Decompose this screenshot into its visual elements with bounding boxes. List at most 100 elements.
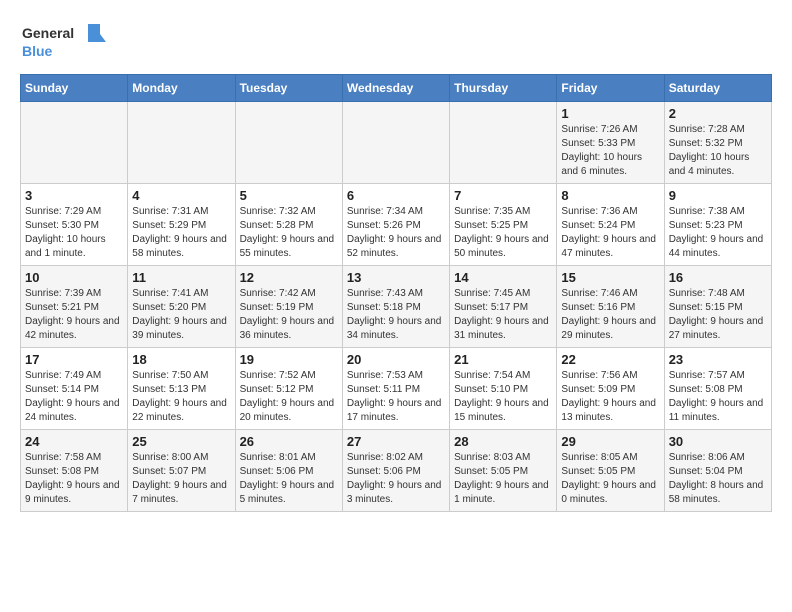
calendar-day-cell: 18 Sunrise: 7:50 AMSunset: 5:13 PMDayligh… [128, 348, 235, 430]
day-number: 3 [25, 188, 123, 203]
calendar-day-cell: 14 Sunrise: 7:45 AMSunset: 5:17 PMDayligh… [450, 266, 557, 348]
day-info: Sunrise: 7:50 AMSunset: 5:13 PMDaylight:… [132, 369, 230, 425]
calendar-day-cell: 15 Sunrise: 7:46 AMSunset: 5:16 PMDayligh… [557, 266, 664, 348]
day-number: 18 [132, 352, 230, 367]
calendar-day-cell: 29 Sunrise: 8:05 AMSunset: 5:05 PMDayligh… [557, 430, 664, 512]
calendar-week-row: 1Sunrise: 7:26 AMSunset: 5:33 PMDaylight… [21, 102, 772, 184]
calendar-day-cell: 28 Sunrise: 8:03 AMSunset: 5:05 PMDayligh… [450, 430, 557, 512]
day-number: 7 [454, 188, 552, 203]
day-info: Sunrise: 7:36 AMSunset: 5:24 PMDaylight:… [561, 205, 659, 261]
weekday-header-tuesday: Tuesday [235, 75, 342, 102]
day-number: 17 [25, 352, 123, 367]
day-info: Sunrise: 7:58 AMSunset: 5:08 PMDaylight:… [25, 451, 123, 507]
calendar-day-cell: 26 Sunrise: 8:01 AMSunset: 5:06 PMDayligh… [235, 430, 342, 512]
calendar-day-cell: 5Sunrise: 7:32 AMSunset: 5:28 PMDaylight… [235, 184, 342, 266]
day-number: 11 [132, 270, 230, 285]
calendar-day-cell: 8 Sunrise: 7:36 AMSunset: 5:24 PMDaylight… [557, 184, 664, 266]
day-number: 6 [347, 188, 445, 203]
calendar-day-cell: 25Sunrise: 8:00 AMSunset: 5:07 PMDayligh… [128, 430, 235, 512]
calendar-day-cell: 21 Sunrise: 7:54 AMSunset: 5:10 PMDayligh… [450, 348, 557, 430]
calendar-day-cell: 30 Sunrise: 8:06 AMSunset: 5:04 PMDayligh… [664, 430, 771, 512]
day-info: Sunrise: 8:06 AMSunset: 5:04 PMDaylight:… [669, 451, 767, 507]
day-info: Sunrise: 7:38 AMSunset: 5:23 PMDaylight:… [669, 205, 767, 261]
day-info: Sunrise: 7:46 AMSunset: 5:16 PMDaylight:… [561, 287, 659, 343]
day-number: 4 [132, 188, 230, 203]
day-info: Sunrise: 7:57 AMSunset: 5:08 PMDaylight:… [669, 369, 767, 425]
day-number: 14 [454, 270, 552, 285]
day-number: 8 [561, 188, 659, 203]
calendar-day-cell: 13Sunrise: 7:43 AMSunset: 5:18 PMDayligh… [342, 266, 449, 348]
day-number: 1 [561, 106, 659, 121]
weekday-header-wednesday: Wednesday [342, 75, 449, 102]
day-info: Sunrise: 7:49 AMSunset: 5:14 PMDaylight:… [25, 369, 123, 425]
day-info: Sunrise: 7:41 AMSunset: 5:20 PMDaylight:… [132, 287, 230, 343]
day-info: Sunrise: 8:05 AMSunset: 5:05 PMDaylight:… [561, 451, 659, 507]
day-number: 29 [561, 434, 659, 449]
calendar-day-cell: 17 Sunrise: 7:49 AMSunset: 5:14 PMDayligh… [21, 348, 128, 430]
weekday-header-saturday: Saturday [664, 75, 771, 102]
weekday-header-sunday: Sunday [21, 75, 128, 102]
weekday-header-friday: Friday [557, 75, 664, 102]
calendar-day-cell [450, 102, 557, 184]
calendar-day-cell: 16 Sunrise: 7:48 AMSunset: 5:15 PMDayligh… [664, 266, 771, 348]
day-info: Sunrise: 8:01 AMSunset: 5:06 PMDaylight:… [240, 451, 338, 507]
day-info: Sunrise: 7:35 AMSunset: 5:25 PMDaylight:… [454, 205, 552, 261]
svg-text:Blue: Blue [22, 43, 53, 59]
calendar-day-cell: 22 Sunrise: 7:56 AMSunset: 5:09 PMDayligh… [557, 348, 664, 430]
calendar-day-cell: 6 Sunrise: 7:34 AMSunset: 5:26 PMDaylight… [342, 184, 449, 266]
weekday-header-thursday: Thursday [450, 75, 557, 102]
day-info: Sunrise: 7:48 AMSunset: 5:15 PMDaylight:… [669, 287, 767, 343]
day-info: Sunrise: 7:52 AMSunset: 5:12 PMDaylight:… [240, 369, 338, 425]
calendar-day-cell [128, 102, 235, 184]
day-info: Sunrise: 7:32 AMSunset: 5:28 PMDaylight:… [240, 205, 338, 261]
day-number: 26 [240, 434, 338, 449]
day-info: Sunrise: 7:42 AMSunset: 5:19 PMDaylight:… [240, 287, 338, 343]
day-number: 23 [669, 352, 767, 367]
calendar-day-cell: 27 Sunrise: 8:02 AMSunset: 5:06 PMDayligh… [342, 430, 449, 512]
logo-svg: GeneralBlue [20, 20, 110, 64]
day-number: 16 [669, 270, 767, 285]
day-number: 15 [561, 270, 659, 285]
day-info: Sunrise: 7:34 AMSunset: 5:26 PMDaylight:… [347, 205, 445, 261]
day-info: Sunrise: 8:02 AMSunset: 5:06 PMDaylight:… [347, 451, 445, 507]
day-number: 20 [347, 352, 445, 367]
calendar-day-cell: 4 Sunrise: 7:31 AMSunset: 5:29 PMDaylight… [128, 184, 235, 266]
day-info: Sunrise: 8:03 AMSunset: 5:05 PMDaylight:… [454, 451, 552, 507]
calendar-day-cell: 7 Sunrise: 7:35 AMSunset: 5:25 PMDaylight… [450, 184, 557, 266]
day-info: Sunrise: 7:53 AMSunset: 5:11 PMDaylight:… [347, 369, 445, 425]
calendar-day-cell: 20 Sunrise: 7:53 AMSunset: 5:11 PMDayligh… [342, 348, 449, 430]
day-info: Sunrise: 7:43 AMSunset: 5:18 PMDaylight:… [347, 287, 445, 343]
calendar-week-row: 17 Sunrise: 7:49 AMSunset: 5:14 PMDayligh… [21, 348, 772, 430]
header: GeneralBlue [20, 20, 772, 64]
calendar-table: SundayMondayTuesdayWednesdayThursdayFrid… [20, 74, 772, 512]
day-number: 28 [454, 434, 552, 449]
day-number: 10 [25, 270, 123, 285]
day-info: Sunrise: 7:56 AMSunset: 5:09 PMDaylight:… [561, 369, 659, 425]
day-number: 30 [669, 434, 767, 449]
day-info: Sunrise: 7:28 AMSunset: 5:32 PMDaylight:… [669, 123, 767, 179]
day-info: Sunrise: 7:29 AMSunset: 5:30 PMDaylight:… [25, 205, 123, 261]
calendar-day-cell: 19 Sunrise: 7:52 AMSunset: 5:12 PMDayligh… [235, 348, 342, 430]
day-number: 19 [240, 352, 338, 367]
calendar-day-cell: 9 Sunrise: 7:38 AMSunset: 5:23 PMDaylight… [664, 184, 771, 266]
calendar-day-cell: 3 Sunrise: 7:29 AMSunset: 5:30 PMDaylight… [21, 184, 128, 266]
calendar-week-row: 10 Sunrise: 7:39 AMSunset: 5:21 PMDayligh… [21, 266, 772, 348]
day-info: Sunrise: 7:31 AMSunset: 5:29 PMDaylight:… [132, 205, 230, 261]
calendar-day-cell [342, 102, 449, 184]
calendar-week-row: 24 Sunrise: 7:58 AMSunset: 5:08 PMDayligh… [21, 430, 772, 512]
day-number: 12 [240, 270, 338, 285]
day-number: 21 [454, 352, 552, 367]
calendar-day-cell: 12 Sunrise: 7:42 AMSunset: 5:19 PMDayligh… [235, 266, 342, 348]
day-info: Sunrise: 7:54 AMSunset: 5:10 PMDaylight:… [454, 369, 552, 425]
day-number: 22 [561, 352, 659, 367]
day-info: Sunrise: 7:45 AMSunset: 5:17 PMDaylight:… [454, 287, 552, 343]
logo: GeneralBlue [20, 20, 110, 64]
calendar-day-cell: 10 Sunrise: 7:39 AMSunset: 5:21 PMDayligh… [21, 266, 128, 348]
day-number: 27 [347, 434, 445, 449]
calendar-week-row: 3 Sunrise: 7:29 AMSunset: 5:30 PMDaylight… [21, 184, 772, 266]
day-number: 24 [25, 434, 123, 449]
day-number: 25 [132, 434, 230, 449]
weekday-header-row: SundayMondayTuesdayWednesdayThursdayFrid… [21, 75, 772, 102]
day-info: Sunrise: 7:39 AMSunset: 5:21 PMDaylight:… [25, 287, 123, 343]
day-number: 9 [669, 188, 767, 203]
